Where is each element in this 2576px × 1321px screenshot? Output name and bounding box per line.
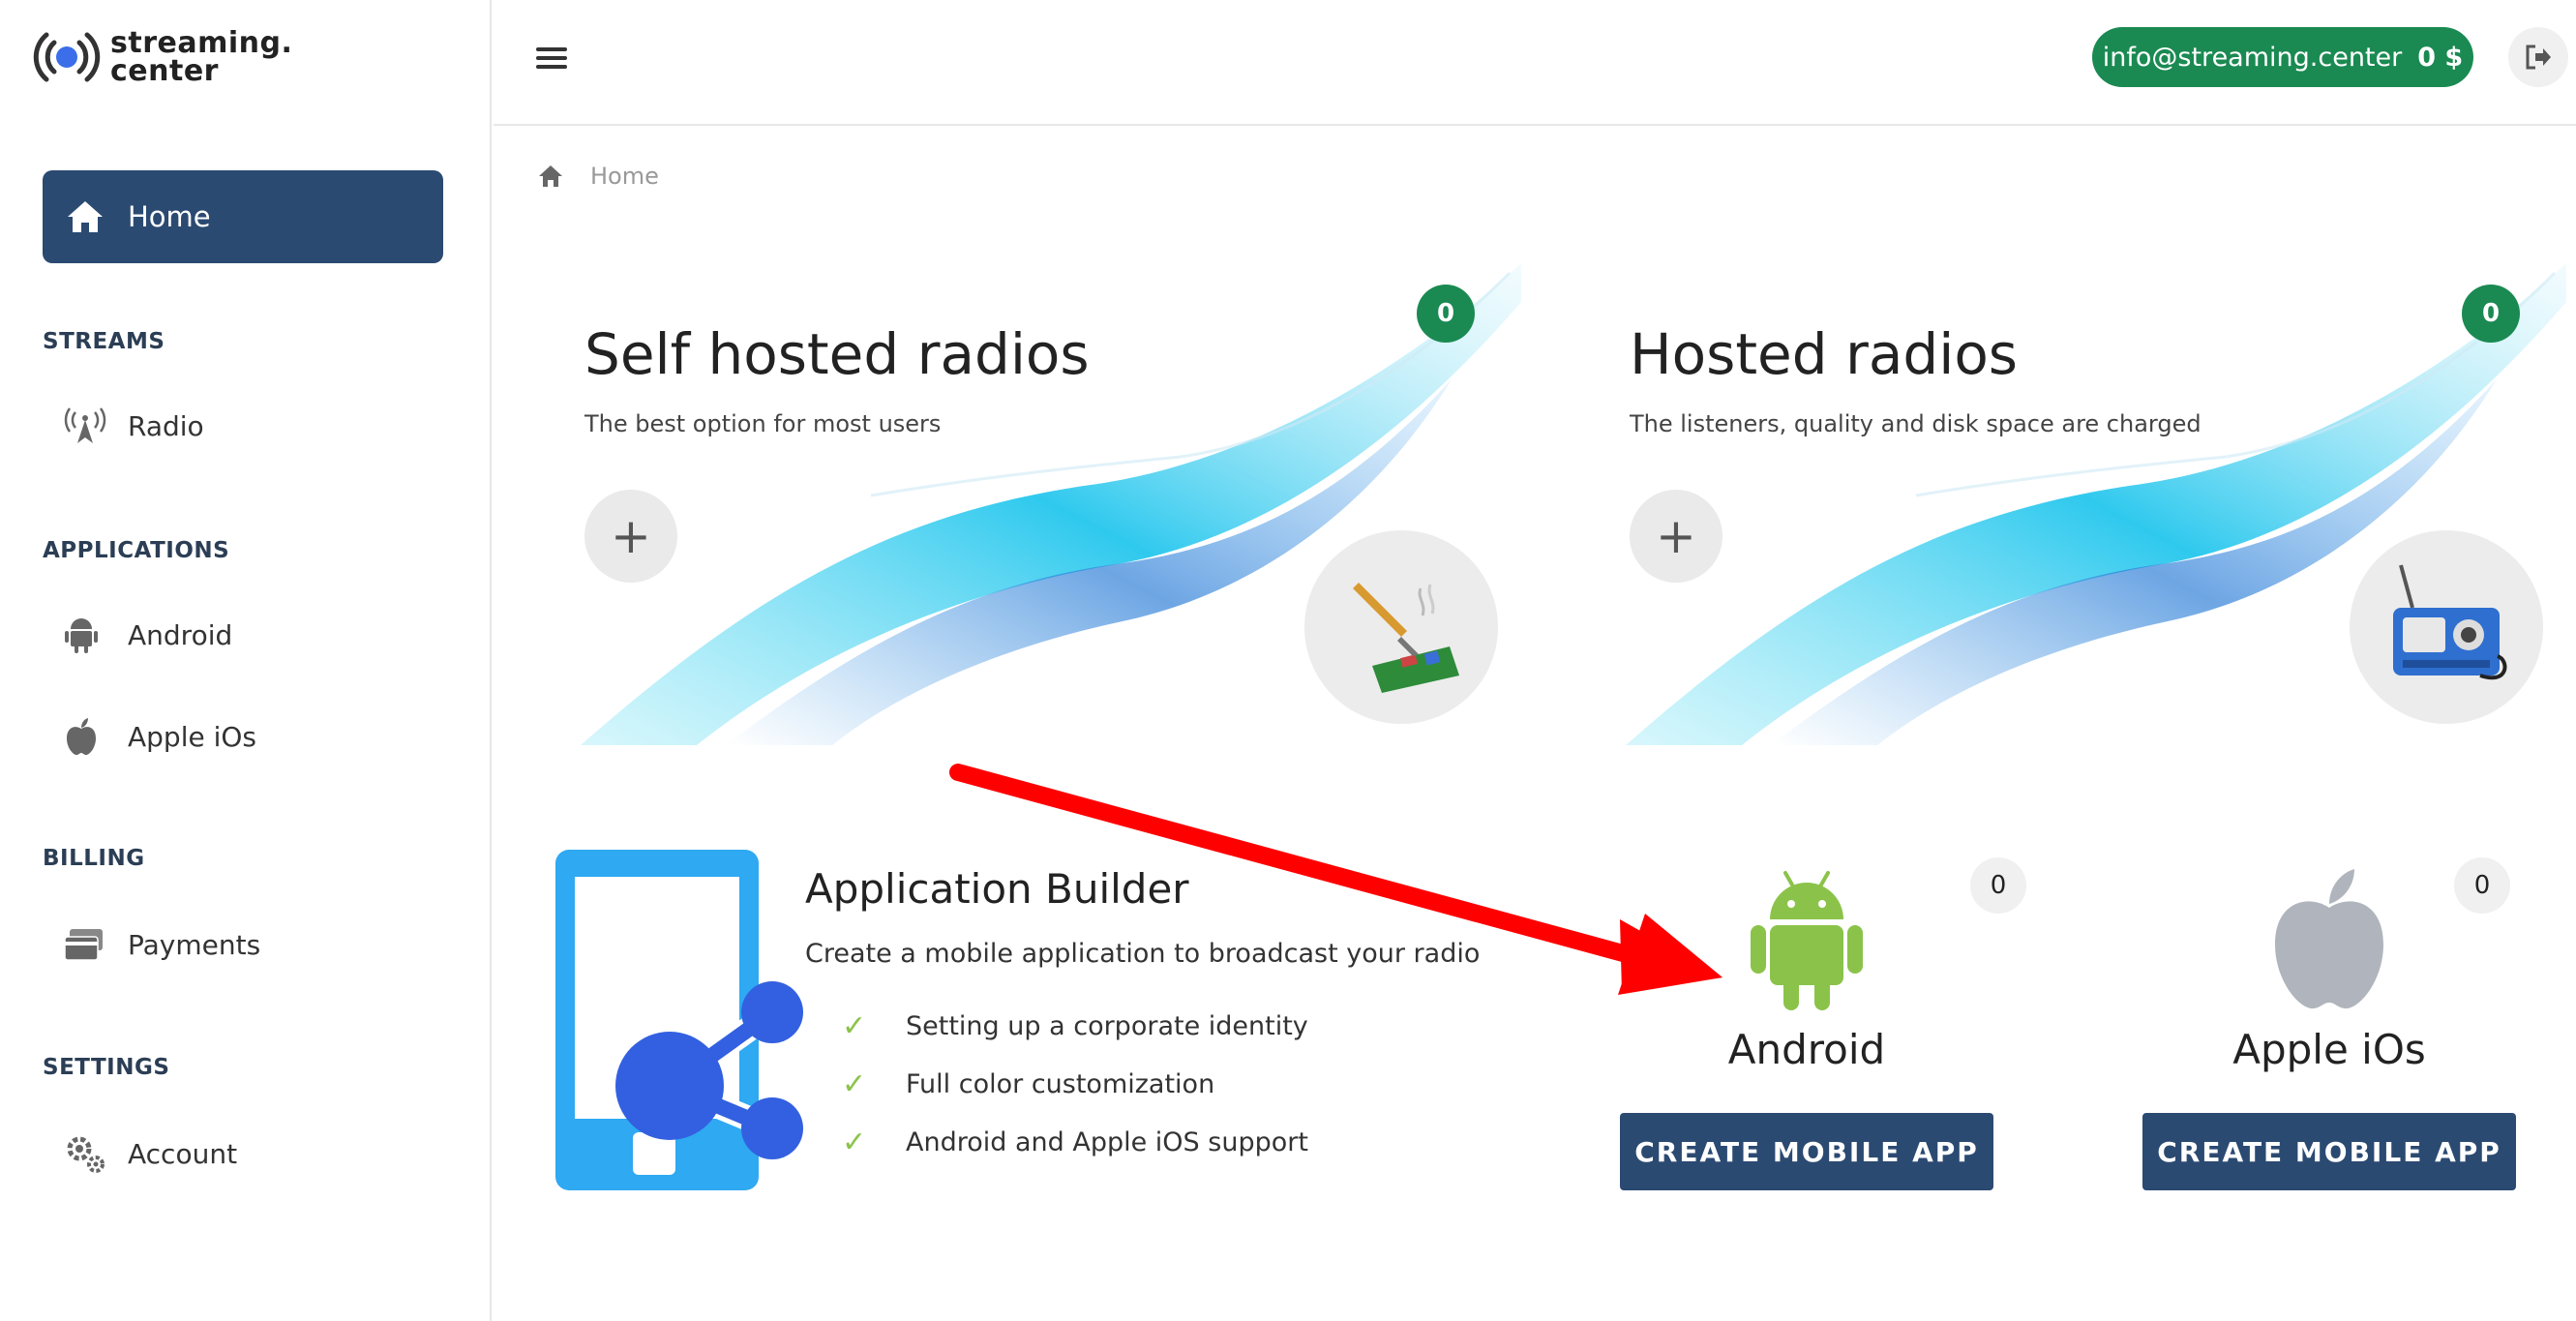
card-subtitle: The listeners, quality and disk space ar…: [1630, 410, 2202, 437]
platform-android: 0 Android CREATE MOBILE APP: [1618, 857, 2026, 1196]
sidebar-item-apple-ios[interactable]: Apple iOs: [43, 703, 443, 770]
card-self-hosted-radios[interactable]: Self hosted radios The best option for m…: [581, 263, 1521, 745]
sidebar-item-home[interactable]: Home: [43, 170, 443, 263]
brand-name-line1: streaming.: [110, 26, 293, 60]
section-title-settings: SETTINGS: [43, 1055, 170, 1080]
list-item: ✓ Android and Apple iOS support: [842, 1113, 1308, 1171]
account-balance: 0 $: [2417, 42, 2464, 73]
soldering-iron-icon: [1353, 583, 1459, 693]
app-builder-subtitle: Create a mobile application to broadcast…: [805, 939, 1481, 969]
home-icon: [68, 201, 103, 232]
soldering-iron-illustration: [1304, 530, 1498, 724]
apple-icon: [2275, 869, 2383, 1009]
android-app-count: 0: [1970, 857, 2026, 914]
sidebar-item-account[interactable]: Account: [43, 1120, 443, 1187]
sidebar-item-radio[interactable]: Radio: [43, 392, 443, 460]
card-title: Hosted radios: [1630, 321, 2019, 387]
sidebar-item-label: Android: [128, 618, 233, 651]
account-email: info@streaming.center: [2102, 42, 2403, 73]
broadcast-logo-icon: [33, 32, 101, 82]
sidebar-item-label: Account: [128, 1137, 238, 1170]
sidebar-item-android[interactable]: Android: [43, 601, 443, 669]
android-icon: [43, 615, 128, 654]
credit-card-icon: [43, 927, 128, 962]
feature-label: Full color customization: [906, 1068, 1215, 1099]
app-builder-feature-list: ✓ Setting up a corporate identity ✓ Full…: [842, 997, 1308, 1171]
feature-label: Android and Apple iOS support: [906, 1126, 1308, 1157]
app-builder-title: Application Builder: [805, 865, 1189, 913]
platform-ios: 0 Apple iOs CREATE MOBILE APP: [2141, 857, 2518, 1196]
sidebar-item-payments[interactable]: Payments: [43, 911, 443, 978]
top-header: info@streaming.center 0 $: [494, 0, 2576, 126]
brand-name-line2: center: [110, 54, 219, 88]
sidebar: streaming. center Home STREAMS Radio APP…: [0, 0, 492, 1321]
card-count-badge: 0: [1417, 285, 1475, 343]
card-subtitle: The best option for most users: [584, 410, 942, 437]
account-balance-pill[interactable]: info@streaming.center 0 $: [2092, 27, 2473, 87]
breadcrumb-current: Home: [590, 163, 659, 190]
platform-name: Android: [1727, 1026, 1886, 1073]
android-icon: [1751, 871, 1863, 1010]
section-title-applications: APPLICATIONS: [43, 538, 230, 563]
add-radio-button[interactable]: +: [1630, 490, 1722, 583]
check-icon: ✓: [842, 1125, 867, 1159]
menu-toggle-icon[interactable]: [536, 43, 571, 72]
add-radio-button[interactable]: +: [584, 490, 677, 583]
logout-button[interactable]: [2508, 27, 2568, 87]
sidebar-item-label: Radio: [128, 409, 204, 442]
create-ios-app-button[interactable]: CREATE MOBILE APP: [2142, 1113, 2516, 1190]
radio-device-illustration: [2350, 530, 2543, 724]
radio-device-icon: [2393, 564, 2507, 680]
gears-icon: [43, 1133, 128, 1174]
app-builder-phone-icon: [555, 850, 803, 1190]
platform-name: Apple iOs: [2232, 1026, 2426, 1073]
section-title-streams: STREAMS: [43, 329, 165, 354]
create-android-app-button[interactable]: CREATE MOBILE APP: [1620, 1113, 1993, 1190]
home-icon[interactable]: [538, 164, 563, 189]
logout-icon: [2526, 45, 2551, 70]
sidebar-item-label: Apple iOs: [128, 720, 257, 753]
check-icon: ✓: [842, 1066, 867, 1101]
ios-app-count: 0: [2454, 857, 2510, 914]
section-title-billing: BILLING: [43, 846, 145, 871]
sidebar-item-label: Home: [128, 200, 211, 233]
list-item: ✓ Setting up a corporate identity: [842, 997, 1308, 1055]
breadcrumb: Home: [538, 163, 659, 190]
sidebar-item-label: Payments: [128, 928, 261, 961]
feature-label: Setting up a corporate identity: [906, 1010, 1308, 1041]
card-count-badge: 0: [2462, 285, 2520, 343]
check-icon: ✓: [842, 1008, 867, 1043]
brand-name: streaming. center: [110, 26, 293, 88]
card-title: Self hosted radios: [584, 321, 1090, 387]
card-hosted-radios[interactable]: Hosted radios The listeners, quality and…: [1626, 263, 2576, 745]
apple-icon: [43, 717, 128, 756]
list-item: ✓ Full color customization: [842, 1055, 1308, 1113]
radio-tower-icon: [43, 406, 128, 445]
brand-logo[interactable]: streaming. center: [33, 25, 292, 89]
